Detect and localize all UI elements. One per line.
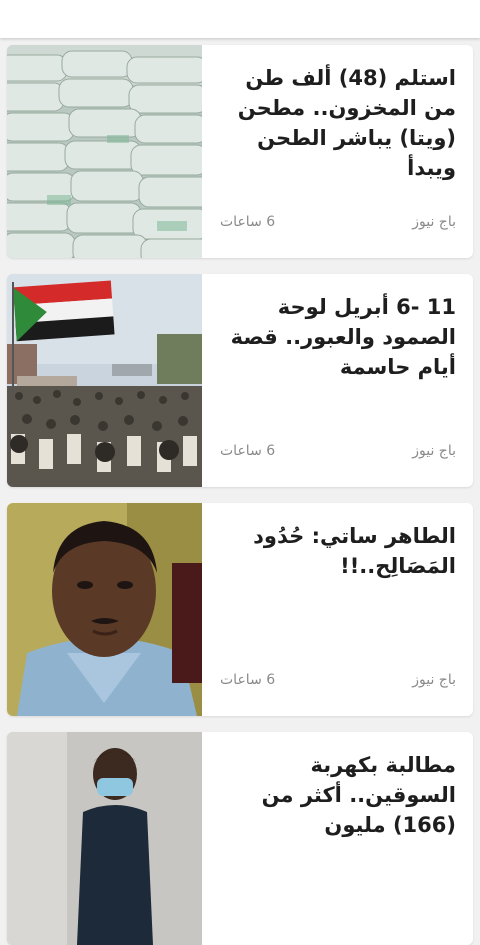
article-source: باج نيوز xyxy=(412,443,456,459)
article-content: مطالبة بكهربة السوقين.. أكثر من (166) مل… xyxy=(202,732,473,945)
crowd-with-flag-image xyxy=(7,274,202,487)
article-thumbnail[interactable] xyxy=(7,732,202,945)
news-card[interactable]: 11 -6 أبريل لوحة الصمود والعبور.. قصة أي… xyxy=(7,274,473,487)
article-thumbnail[interactable] xyxy=(7,274,202,487)
article-title[interactable]: الطاهر ساتي: حُدُود المَصَالِح..!! xyxy=(214,521,456,581)
article-thumbnail[interactable] xyxy=(7,45,202,258)
article-title[interactable]: مطالبة بكهربة السوقين.. أكثر من (166) مل… xyxy=(214,750,456,840)
flour-sacks-image xyxy=(7,45,202,258)
article-time: 6 ساعات xyxy=(220,443,276,459)
article-content: الطاهر ساتي: حُدُود المَصَالِح..!! باج ن… xyxy=(202,503,473,716)
news-card[interactable]: مطالبة بكهربة السوقين.. أكثر من (166) مل… xyxy=(7,732,473,945)
article-content: استلم (48) ألف طن من المخزون.. مطحن (ويت… xyxy=(202,45,473,258)
man-portrait-image xyxy=(7,503,202,716)
article-thumbnail[interactable] xyxy=(7,503,202,716)
article-source: باج نيوز xyxy=(412,672,456,688)
article-time: 6 ساعات xyxy=(220,214,276,230)
article-source: باج نيوز xyxy=(412,214,456,230)
top-app-bar xyxy=(0,0,480,38)
article-title[interactable]: استلم (48) ألف طن من المخزون.. مطحن (ويت… xyxy=(214,63,456,183)
news-card[interactable]: الطاهر ساتي: حُدُود المَصَالِح..!! باج ن… xyxy=(7,503,473,716)
article-time: 6 ساعات xyxy=(220,672,276,688)
article-content: 11 -6 أبريل لوحة الصمود والعبور.. قصة أي… xyxy=(202,274,473,487)
masked-man-image xyxy=(7,732,202,945)
article-title[interactable]: 11 -6 أبريل لوحة الصمود والعبور.. قصة أي… xyxy=(214,292,456,382)
news-card[interactable]: استلم (48) ألف طن من المخزون.. مطحن (ويت… xyxy=(7,45,473,258)
news-feed[interactable]: استلم (48) ألف طن من المخزون.. مطحن (ويت… xyxy=(0,0,480,945)
